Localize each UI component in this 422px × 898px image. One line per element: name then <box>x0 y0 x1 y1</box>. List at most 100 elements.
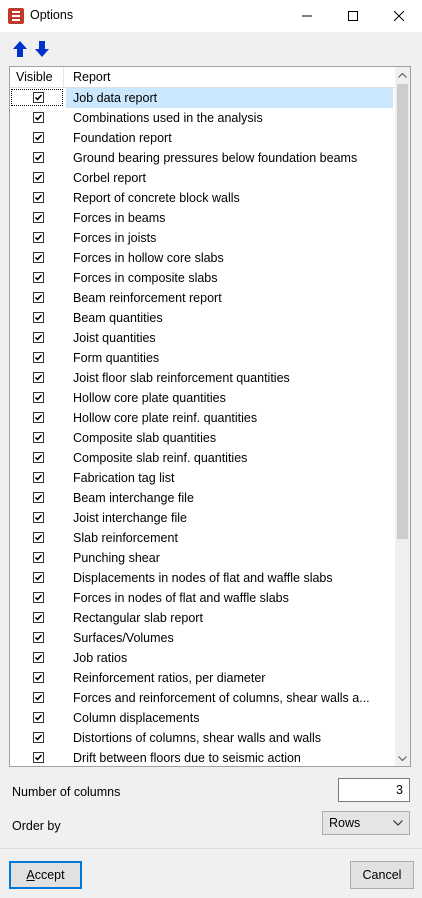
list-row[interactable]: Slab reinforcement <box>10 528 395 548</box>
report-name: Distortions of columns, shear walls and … <box>73 731 322 745</box>
report-name: Joist interchange file <box>73 511 187 525</box>
visible-checkbox[interactable] <box>33 152 44 163</box>
vertical-scrollbar[interactable] <box>395 67 410 766</box>
visible-checkbox[interactable] <box>33 732 44 743</box>
list-row[interactable]: Rectangular slab report <box>10 608 395 628</box>
cancel-button[interactable]: Cancel <box>350 861 414 889</box>
arrow-up-icon[interactable] <box>12 40 28 58</box>
scroll-down-icon[interactable] <box>395 750 410 766</box>
visible-checkbox[interactable] <box>33 492 44 503</box>
visible-checkbox[interactable] <box>33 112 44 123</box>
order-by-select[interactable]: Rows <box>322 811 410 835</box>
minimize-icon[interactable] <box>284 0 330 32</box>
checkmark-icon <box>34 114 43 121</box>
visible-checkbox[interactable] <box>33 392 44 403</box>
visible-checkbox[interactable] <box>33 712 44 723</box>
list-row[interactable]: Foundation report <box>10 128 395 148</box>
list-row[interactable]: Punching shear <box>10 548 395 568</box>
checkmark-icon <box>34 514 43 521</box>
visible-checkbox[interactable] <box>33 272 44 283</box>
visible-checkbox[interactable] <box>33 552 44 563</box>
checkmark-icon <box>34 434 43 441</box>
visible-cell <box>10 488 66 508</box>
columns-input[interactable]: 3 <box>338 778 410 802</box>
list-row[interactable]: Forces in composite slabs <box>10 268 395 288</box>
checkmark-icon <box>34 594 43 601</box>
visible-checkbox[interactable] <box>33 652 44 663</box>
report-name: Hollow core plate reinf. quantities <box>73 411 258 425</box>
list-row[interactable]: Drift between floors due to seismic acti… <box>10 748 395 766</box>
visible-checkbox[interactable] <box>33 612 44 623</box>
list-row[interactable]: Form quantities <box>10 348 395 368</box>
list-row[interactable]: Column displacements <box>10 708 395 728</box>
visible-checkbox[interactable] <box>33 172 44 183</box>
visible-checkbox[interactable] <box>33 232 44 243</box>
list-row[interactable]: Hollow core plate reinf. quantities <box>10 408 395 428</box>
visible-checkbox[interactable] <box>33 452 44 463</box>
column-header-visible[interactable]: Visible <box>10 67 64 87</box>
report-list[interactable]: Visible Report Job data report Combinatio… <box>9 66 411 767</box>
close-icon[interactable] <box>376 0 422 32</box>
cancel-button-label: Cancel <box>362 868 402 882</box>
visible-cell <box>10 388 66 408</box>
visible-checkbox[interactable] <box>33 672 44 683</box>
visible-checkbox[interactable] <box>33 292 44 303</box>
arrow-down-icon[interactable] <box>34 40 50 58</box>
checkmark-icon <box>34 754 43 761</box>
visible-checkbox[interactable] <box>33 332 44 343</box>
list-row[interactable]: Beam quantities <box>10 308 395 328</box>
report-name: Forces in joists <box>73 231 157 245</box>
chevron-down-icon <box>393 820 403 826</box>
visible-checkbox[interactable] <box>33 352 44 363</box>
scroll-up-icon[interactable] <box>395 67 410 83</box>
visible-checkbox[interactable] <box>33 412 44 423</box>
visible-checkbox[interactable] <box>33 472 44 483</box>
accept-button[interactable]: Accept <box>9 861 82 889</box>
visible-checkbox[interactable] <box>33 572 44 583</box>
list-row[interactable]: Ground bearing pressures below foundatio… <box>10 148 395 168</box>
list-row[interactable]: Forces and reinforcement of columns, she… <box>10 688 395 708</box>
visible-checkbox[interactable] <box>33 192 44 203</box>
list-row[interactable]: Displacements in nodes of flat and waffl… <box>10 568 395 588</box>
list-row[interactable]: Fabrication tag list <box>10 468 395 488</box>
list-row[interactable]: Joist quantities <box>10 328 395 348</box>
list-row[interactable]: Beam interchange file <box>10 488 395 508</box>
visible-checkbox[interactable] <box>33 212 44 223</box>
list-row[interactable]: Combinations used in the analysis <box>10 108 395 128</box>
checkmark-icon <box>34 414 43 421</box>
list-row[interactable]: Forces in joists <box>10 228 395 248</box>
list-row[interactable]: Hollow core plate quantities <box>10 388 395 408</box>
column-header-report[interactable]: Report <box>66 67 111 87</box>
list-row[interactable]: Beam reinforcement report <box>10 288 395 308</box>
visible-checkbox[interactable] <box>33 692 44 703</box>
visible-checkbox[interactable] <box>33 592 44 603</box>
list-row[interactable]: Forces in nodes of flat and waffle slabs <box>10 588 395 608</box>
list-row[interactable]: Composite slab reinf. quantities <box>10 448 395 468</box>
visible-checkbox[interactable] <box>33 512 44 523</box>
list-row[interactable]: Corbel report <box>10 168 395 188</box>
visible-checkbox[interactable] <box>33 92 44 103</box>
visible-checkbox[interactable] <box>33 132 44 143</box>
visible-checkbox[interactable] <box>33 252 44 263</box>
visible-checkbox[interactable] <box>33 752 44 763</box>
visible-checkbox[interactable] <box>33 372 44 383</box>
list-row[interactable]: Forces in beams <box>10 208 395 228</box>
list-row[interactable]: Surfaces/Volumes <box>10 628 395 648</box>
visible-checkbox[interactable] <box>33 532 44 543</box>
list-row[interactable]: Job ratios <box>10 648 395 668</box>
list-row[interactable]: Joist floor slab reinforcement quantitie… <box>10 368 395 388</box>
scrollbar-thumb[interactable] <box>397 84 408 539</box>
list-row[interactable]: Joist interchange file <box>10 508 395 528</box>
maximize-icon[interactable] <box>330 0 376 32</box>
list-row[interactable]: Reinforcement ratios, per diameter <box>10 668 395 688</box>
list-row[interactable]: Composite slab quantities <box>10 428 395 448</box>
visible-checkbox[interactable] <box>33 632 44 643</box>
list-row[interactable]: Forces in hollow core slabs <box>10 248 395 268</box>
visible-checkbox[interactable] <box>33 312 44 323</box>
list-row[interactable]: Distortions of columns, shear walls and … <box>10 728 395 748</box>
list-row[interactable]: Job data report <box>10 88 395 108</box>
visible-checkbox[interactable] <box>33 432 44 443</box>
report-name: Surfaces/Volumes <box>73 631 174 645</box>
list-row[interactable]: Report of concrete block walls <box>10 188 395 208</box>
order-by-value: Rows <box>329 816 361 830</box>
